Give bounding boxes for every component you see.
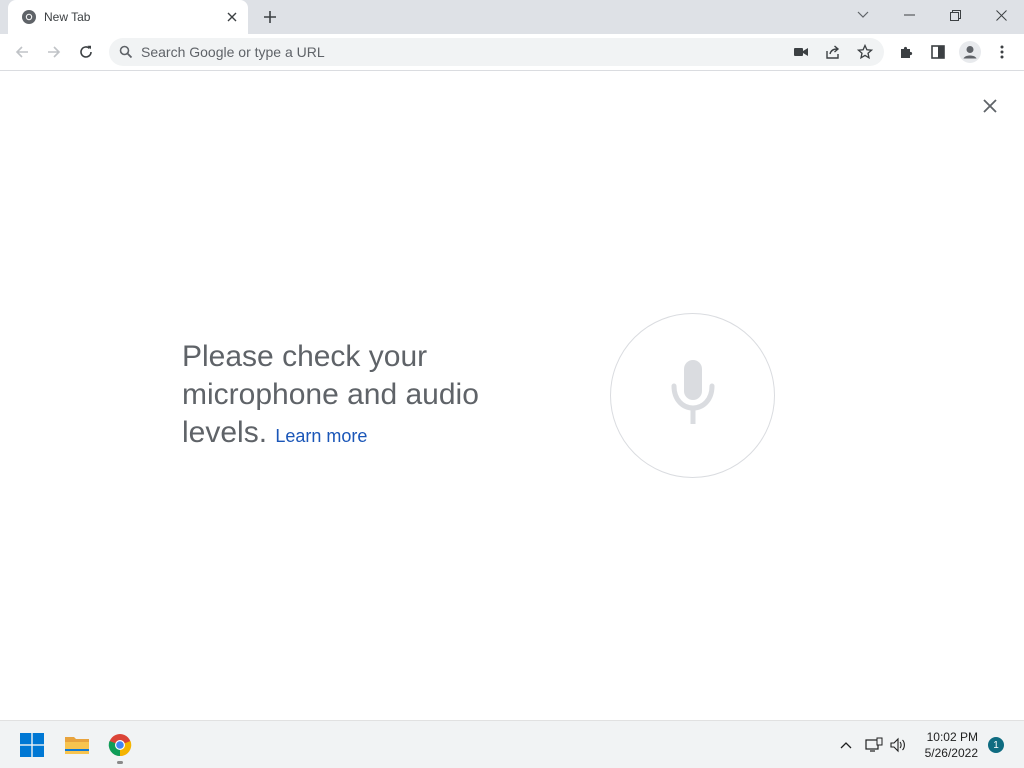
- tab-strip: New Tab: [0, 0, 1024, 34]
- share-icon[interactable]: [823, 42, 843, 62]
- restore-icon[interactable]: [932, 0, 978, 30]
- tab-new-tab[interactable]: New Tab: [8, 0, 248, 34]
- puzzle-icon[interactable]: [893, 39, 919, 65]
- chevron-up-icon[interactable]: [836, 735, 856, 755]
- close-icon[interactable]: [224, 9, 240, 25]
- system-clock[interactable]: 10:02 PM 5/26/2022: [914, 729, 978, 761]
- close-icon[interactable]: [978, 94, 1002, 118]
- close-icon[interactable]: [978, 0, 1024, 30]
- chrome-favicon-icon: [21, 9, 37, 25]
- profile-icon[interactable]: [957, 39, 983, 65]
- back-arrow-icon[interactable]: [9, 39, 35, 65]
- windows-taskbar: 10:02 PM 5/26/2022 1: [0, 720, 1024, 768]
- side-panel-icon[interactable]: [925, 39, 951, 65]
- chevron-down-icon[interactable]: [840, 0, 886, 30]
- microphone-button[interactable]: [610, 313, 775, 478]
- omnibox[interactable]: [109, 38, 884, 66]
- voice-error-message: Please check your microphone and audio l…: [182, 338, 542, 455]
- reload-icon[interactable]: [73, 39, 99, 65]
- address-bar-input[interactable]: [141, 38, 741, 66]
- notification-badge[interactable]: 1: [988, 737, 1004, 753]
- search-icon: [119, 45, 133, 59]
- network-icon[interactable]: [864, 735, 884, 755]
- forward-arrow-icon[interactable]: [41, 39, 67, 65]
- learn-more-link[interactable]: Learn more: [275, 426, 367, 446]
- more-vert-icon[interactable]: [989, 39, 1015, 65]
- chrome-icon[interactable]: [102, 727, 138, 763]
- minimize-icon[interactable]: [886, 0, 932, 30]
- speaker-icon[interactable]: [888, 735, 908, 755]
- browser-toolbar: [0, 34, 1024, 71]
- plus-icon[interactable]: [260, 7, 280, 27]
- star-icon[interactable]: [855, 42, 875, 62]
- running-indicator: [117, 761, 123, 764]
- folder-icon[interactable]: [59, 727, 95, 763]
- voice-search-overlay: Please check your microphone and audio l…: [0, 72, 1024, 720]
- clock-time: 10:02 PM: [926, 730, 978, 744]
- microphone-icon: [669, 360, 717, 431]
- video-camera-icon[interactable]: [791, 42, 811, 62]
- tab-title: New Tab: [44, 10, 91, 24]
- clock-date: 5/26/2022: [924, 746, 978, 760]
- windows-start-icon[interactable]: [14, 727, 50, 763]
